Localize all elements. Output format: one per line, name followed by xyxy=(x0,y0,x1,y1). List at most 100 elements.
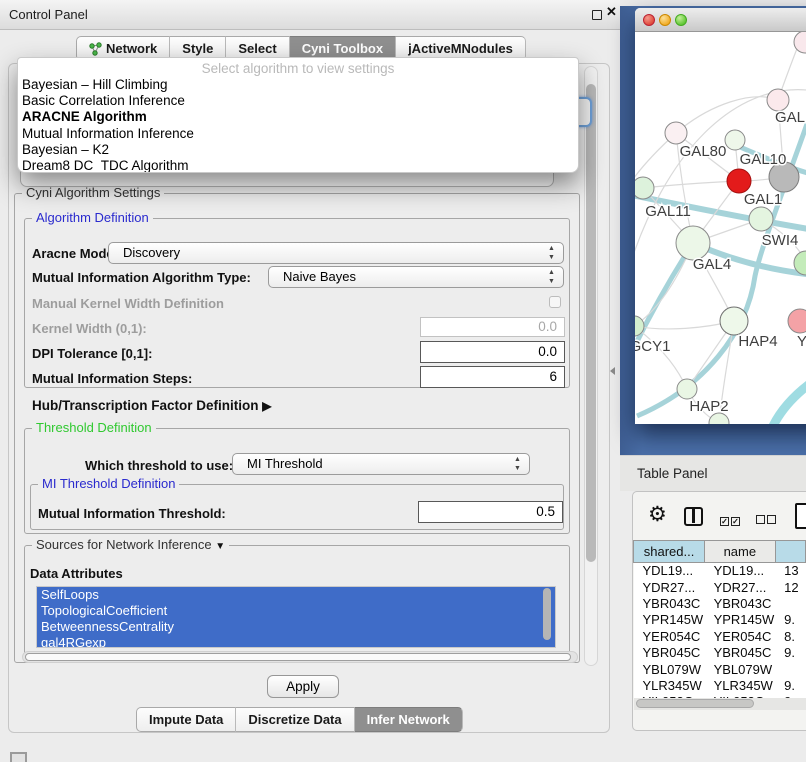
table-cell[interactable]: 13 xyxy=(775,563,805,579)
network-node[interactable] xyxy=(677,379,697,399)
table-cell[interactable]: YBR045C xyxy=(634,644,705,660)
kernel-width-field[interactable]: 0.0 xyxy=(420,317,565,337)
table-row[interactable]: YBL079WYBL079W xyxy=(634,661,806,677)
table-cell[interactable]: YBL079W xyxy=(705,661,776,677)
minimized-panel-icon[interactable] xyxy=(10,752,27,762)
network-node[interactable] xyxy=(665,122,687,144)
which-threshold-select[interactable]: MI Threshold ▲▼ xyxy=(232,453,530,475)
dpi-tolerance-label: DPI Tolerance [0,1]: xyxy=(32,346,152,361)
table-row[interactable]: YPR145WYPR145W9. xyxy=(634,612,806,628)
table-cell[interactable]: YDL19... xyxy=(634,563,705,579)
close-window-icon[interactable] xyxy=(643,14,655,26)
table-row[interactable]: YDL19...YDL19...13 xyxy=(634,563,806,579)
table-cell[interactable]: YDR27... xyxy=(634,579,705,595)
table-cell[interactable]: YLR345W xyxy=(705,677,776,693)
dpi-tolerance-field[interactable]: 0.0 xyxy=(420,341,565,363)
network-node[interactable] xyxy=(794,32,806,53)
column-header-shared[interactable]: shared... xyxy=(634,541,705,563)
network-edge[interactable] xyxy=(773,380,806,424)
table-row[interactable]: YBR043CYBR043C xyxy=(634,595,806,611)
network-node[interactable] xyxy=(767,89,789,111)
close-panel-icon[interactable]: ✕ xyxy=(606,4,617,20)
panel-scrollbar-thumb[interactable] xyxy=(586,84,596,562)
mi-type-select[interactable]: Naive Bayes ▲▼ xyxy=(268,266,564,288)
network-node[interactable] xyxy=(727,169,751,193)
network-canvas[interactable]: GALGAL80GAL10GAL1GAL11SWI4GAL4GCY1HAP4YH… xyxy=(635,32,806,424)
table-cell[interactable]: YDL19... xyxy=(705,563,776,579)
network-node[interactable] xyxy=(788,309,806,333)
table-cell[interactable]: YER054C xyxy=(634,628,705,644)
column-header-name[interactable]: name xyxy=(705,541,776,563)
attribute-list-item[interactable]: gal4RGexp xyxy=(37,635,555,648)
split-panel-icon[interactable] xyxy=(684,507,703,526)
sources-legend[interactable]: Sources for Network Inference ▼ xyxy=(32,537,229,552)
attribute-list-item[interactable]: SelfLoops xyxy=(37,587,555,603)
algorithm-option[interactable]: ARACNE Algorithm xyxy=(18,109,578,125)
network-node[interactable] xyxy=(725,130,745,150)
network-edge[interactable] xyxy=(643,181,739,188)
splitter-collapse-arrow[interactable] xyxy=(610,367,615,375)
attribute-list-item[interactable]: TopologicalCoefficient xyxy=(37,603,555,619)
table-cell[interactable]: YBR045C xyxy=(705,644,776,660)
table-cell[interactable] xyxy=(775,661,805,677)
algorithm-option[interactable]: Mutual Information Inference xyxy=(18,126,578,142)
table-row[interactable]: YER054CYER054C8. xyxy=(634,628,806,644)
table-cell[interactable]: YBR043C xyxy=(705,595,776,611)
gear-icon[interactable]: ⚙ xyxy=(648,502,667,527)
sources-hscrollbar-thumb[interactable] xyxy=(25,653,571,661)
algorithm-option[interactable]: Basic Correlation Inference xyxy=(18,93,578,109)
table-panel-titlebar: Table Panel xyxy=(620,455,806,491)
new-table-icon[interactable] xyxy=(795,503,806,529)
attributes-scrollbar-thumb[interactable] xyxy=(543,588,551,640)
sources-hscrollbar[interactable] xyxy=(22,651,578,663)
table-hscrollbar-thumb[interactable] xyxy=(636,699,754,708)
table-row[interactable]: YLR345WYLR345W9. xyxy=(634,677,806,693)
table-cell[interactable]: YPR145W xyxy=(634,612,705,628)
network-node[interactable] xyxy=(720,307,748,335)
table-row[interactable]: YBR045CYBR045C9. xyxy=(634,644,806,660)
table-cell[interactable]: 9. xyxy=(775,677,805,693)
table-cell[interactable]: 9. xyxy=(775,644,805,660)
network-edge[interactable] xyxy=(635,321,734,329)
attribute-list-item[interactable]: BetweennessCentrality xyxy=(37,619,555,635)
mi-threshold-field[interactable]: 0.5 xyxy=(418,501,563,523)
tab-discretize-data[interactable]: Discretize Data xyxy=(236,707,354,732)
table-cell[interactable]: 8. xyxy=(775,628,805,644)
algorithm-option[interactable]: Bayesian – Hill Climbing xyxy=(18,77,578,93)
network-edge[interactable] xyxy=(676,97,778,133)
table-cell[interactable]: 9. xyxy=(775,612,805,628)
table-cell[interactable]: YBL079W xyxy=(634,661,705,677)
aracne-mode-select[interactable]: Discovery ▲▼ xyxy=(108,242,564,264)
tab-infer-network[interactable]: Infer Network xyxy=(355,707,463,732)
network-window-titlebar[interactable] xyxy=(635,8,806,32)
network-edge[interactable] xyxy=(635,326,687,389)
table-cell[interactable]: YDR27... xyxy=(705,579,776,595)
deselect-all-icon[interactable] xyxy=(756,511,778,529)
table-cell[interactable]: YPR145W xyxy=(705,612,776,628)
algorithm-option[interactable]: Bayesian – K2 xyxy=(18,142,578,158)
tab-impute-data[interactable]: Impute Data xyxy=(136,707,236,732)
float-panel-icon[interactable] xyxy=(592,10,602,20)
table-hscrollbar[interactable] xyxy=(634,698,806,710)
table-cell[interactable] xyxy=(775,595,805,611)
table-cell[interactable]: YLR345W xyxy=(634,677,705,693)
mi-threshold-label: Mutual Information Threshold: xyxy=(38,506,226,521)
table-row[interactable]: YDR27...YDR27...12 xyxy=(634,579,806,595)
select-all-icon[interactable]: ✓✓ xyxy=(720,511,742,529)
algorithm-dropdown-popup: Select algorithm to view settings Bayesi… xyxy=(17,57,579,173)
mi-steps-field[interactable]: 6 xyxy=(420,366,565,388)
hub-section-toggle[interactable]: Hub/Transcription Factor Definition ▶ xyxy=(32,398,272,413)
manual-kernel-checkbox[interactable] xyxy=(549,296,561,308)
minimize-window-icon[interactable] xyxy=(659,14,671,26)
table-cell[interactable]: YBR043C xyxy=(634,595,705,611)
apply-button[interactable]: Apply xyxy=(267,675,339,698)
network-node[interactable] xyxy=(676,226,710,260)
table-cell[interactable]: 12 xyxy=(775,579,805,595)
data-attributes-list[interactable]: SelfLoopsTopologicalCoefficientBetweenne… xyxy=(36,586,556,648)
zoom-window-icon[interactable] xyxy=(675,14,687,26)
algorithm-option[interactable]: Dream8 DC_TDC Algorithm xyxy=(18,158,578,173)
table-cell[interactable]: YER054C xyxy=(705,628,776,644)
network-node[interactable] xyxy=(749,207,773,231)
network-node[interactable] xyxy=(635,177,654,199)
column-header-extra[interactable] xyxy=(775,541,805,563)
